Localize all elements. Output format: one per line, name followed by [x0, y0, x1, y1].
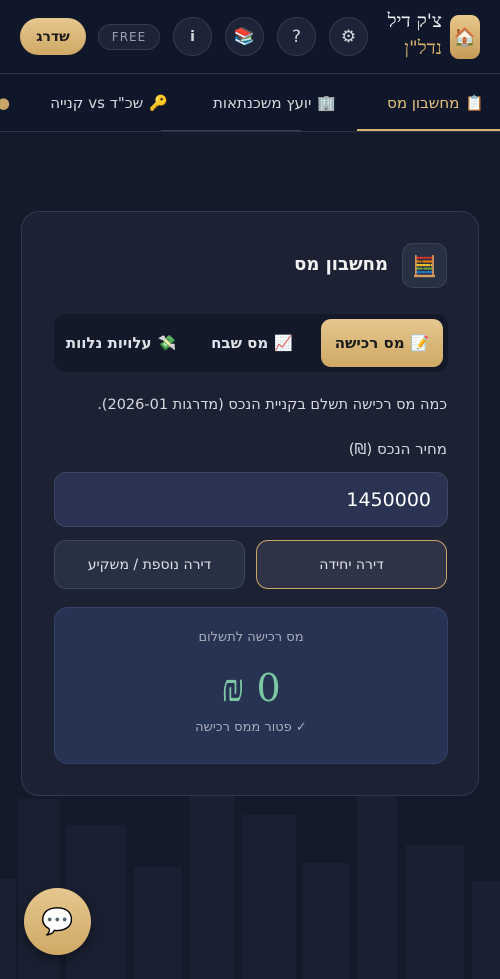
segment-purchase-tax[interactable]: 📝 מס רכישה [321, 319, 443, 367]
brand-name: צ'ק דיל נדל"ן [388, 8, 442, 62]
settings-icon[interactable]: ⚙ [329, 17, 368, 56]
abacus-icon: 🧮 [402, 243, 447, 288]
building [190, 789, 234, 979]
segment-label: מס רכישה [334, 334, 405, 352]
tab-label: מחשבון מס [387, 94, 460, 112]
option-additional-apartment[interactable]: דירה נוספת / משקיע [54, 540, 245, 589]
option-single-apartment[interactable]: דירה יחידה [256, 540, 447, 589]
tab-overflow[interactable]: ● [0, 74, 10, 131]
clipped-tab-icon: ● [0, 94, 10, 112]
office-building-icon: 🏢 [317, 94, 336, 112]
key-icon: 🔑 [149, 94, 168, 112]
library-icon[interactable]: 📚 [225, 17, 264, 56]
building [303, 863, 349, 979]
app-header: 🏠 צ'ק דיל נדל"ן ⚙ ? 📚 i FREE שדרג [0, 0, 500, 74]
building [0, 879, 16, 979]
house-logo-icon[interactable]: 🏠 [450, 15, 480, 59]
tab-rent-vs-buy[interactable]: 🔑 שכ"ד vs קנייה [50, 74, 168, 131]
chart-increasing-icon: 📈 [274, 334, 293, 352]
price-field-label: מחיר הנכס (₪) [348, 440, 447, 458]
brand-line-2: נדל"ן [404, 37, 442, 59]
card-title: מחשבון מס [294, 254, 388, 275]
segment-label: עלויות נלוות [65, 334, 152, 352]
tax-calculator-card: 🧮 מחשבון מס 📝 מס רכישה 📈 מס שבח 💸 עלויות… [21, 211, 479, 796]
building [242, 815, 296, 979]
exemption-note: ✓ פטור ממס רכישה [195, 720, 307, 735]
building [134, 867, 182, 979]
free-plan-badge: FREE [98, 24, 160, 50]
help-icon[interactable]: ? [277, 17, 316, 56]
result-label: מס רכישה לתשלום [198, 630, 304, 645]
hover-tab-indicator [161, 130, 301, 131]
memo-icon: 📝 [410, 334, 430, 352]
chat-button[interactable]: 💬 [24, 888, 91, 955]
tab-label: שכ"ד vs קנייה [50, 94, 144, 112]
brand-line-1: צ'ק דיל [387, 10, 442, 32]
tab-label: יועץ משכנתאות [213, 94, 312, 112]
segment-additional-costs[interactable]: 💸 עלויות נלוות [58, 319, 184, 367]
tax-result-box: מס רכישה לתשלום 0 ₪ ✓ פטור ממס רכישה [54, 607, 448, 764]
tax-type-selector: 📝 מס רכישה 📈 מס שבח 💸 עלויות נלוות [54, 314, 448, 372]
active-tab-indicator [357, 129, 500, 131]
main-nav: 📋 מחשבון מס 🏢 יועץ משכנתאות 🔑 שכ"ד vs קנ… [0, 74, 500, 132]
property-price-input[interactable] [54, 472, 448, 527]
money-flying-icon: 💸 [157, 334, 177, 352]
calculator-description: כמה מס רכישה תשלם בקניית הנכס (מדרגות 20… [97, 397, 447, 413]
building [472, 881, 500, 979]
clipboard-icon: 📋 [465, 94, 484, 112]
speech-bubble-icon: 💬 [41, 906, 74, 937]
result-value: 0 ₪ [221, 666, 281, 710]
tab-tax-calculator[interactable]: 📋 מחשבון מס [387, 74, 484, 131]
upgrade-button[interactable]: שדרג [20, 18, 86, 55]
segment-capital-gains-tax[interactable]: 📈 מס שבח [190, 319, 314, 367]
building [406, 845, 464, 979]
tab-mortgage-advisor[interactable]: 🏢 יועץ משכנתאות [213, 74, 336, 131]
info-icon[interactable]: i [173, 17, 212, 56]
building [357, 791, 397, 979]
segment-label: מס שבח [211, 334, 269, 352]
